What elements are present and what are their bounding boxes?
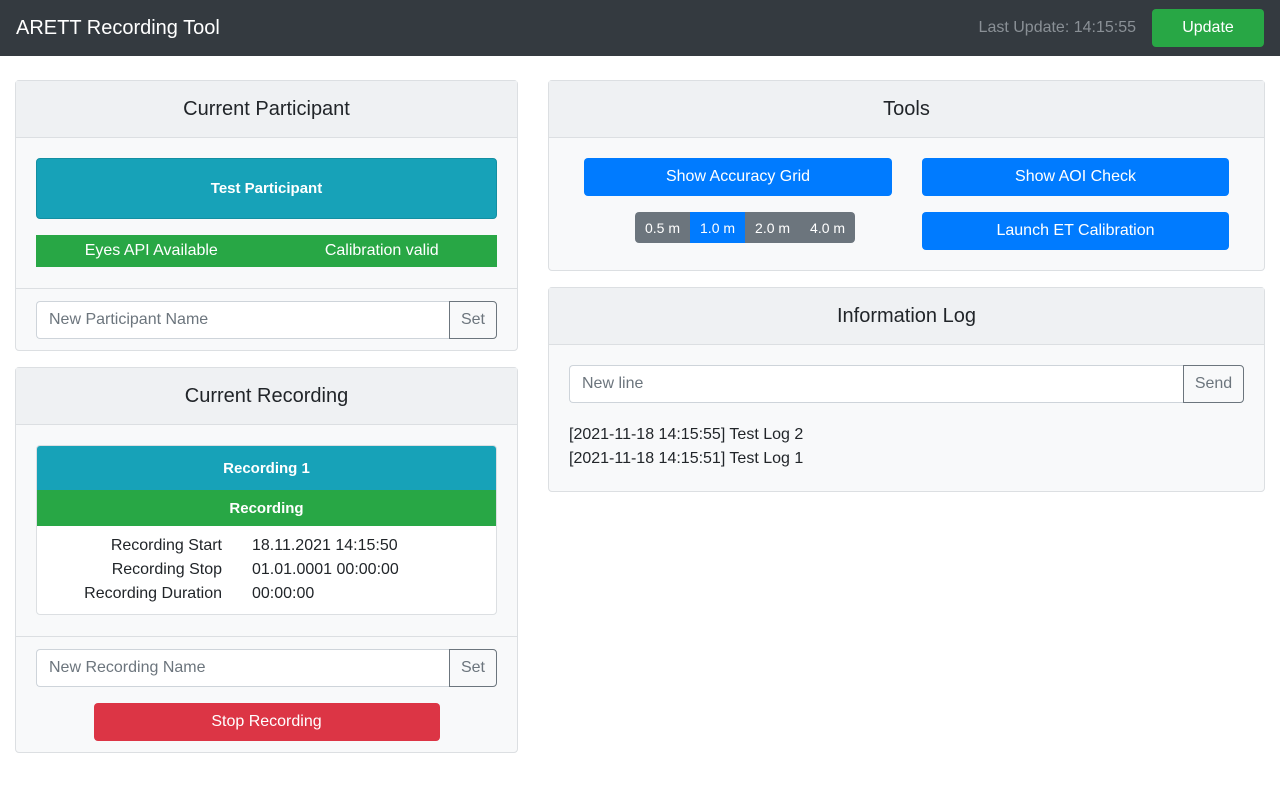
set-participant-button[interactable]: Set	[449, 301, 497, 339]
recording-duration-value: 00:00:00	[252, 585, 315, 602]
last-update-text: Last Update: 14:15:55	[978, 19, 1136, 36]
participant-status-bar: Eyes API Available Calibration valid	[36, 235, 497, 267]
distance-1-0m-button[interactable]: 1.0 m	[690, 212, 746, 243]
log-line: [2021-11-18 14:15:55] Test Log 2	[569, 426, 804, 443]
navbar-right: Last Update: 14:15:55 Update	[979, 9, 1264, 47]
recording-card-footer: Set Stop Recording	[16, 636, 517, 753]
recording-details-table: Recording Start 18.11.2021 14:15:50 Reco…	[37, 526, 496, 614]
recording-title: Recording 1	[37, 446, 496, 490]
show-aoi-check-button[interactable]: Show AOI Check	[922, 158, 1229, 196]
recording-duration-row: Recording Duration 00:00:00	[37, 582, 496, 606]
information-log-card: Information Log Send [2021-11-18 14:15:5…	[548, 287, 1265, 492]
log-line: [2021-11-18 14:15:51] Test Log 1	[569, 450, 804, 467]
calibration-status: Calibration valid	[324, 242, 439, 259]
participant-card: Current Participant Test Participant Eye…	[15, 80, 518, 351]
recording-start-value: 18.11.2021 14:15:50	[252, 537, 398, 554]
update-button[interactable]: Update	[1152, 9, 1264, 47]
information-log-body: Send [2021-11-18 14:15:55] Test Log 2 [2…	[549, 345, 1264, 471]
tools-card: Tools Show Accuracy Grid 0.5 m 1.0 m 2.0…	[548, 80, 1265, 271]
distance-4-0m-button[interactable]: 4.0 m	[800, 212, 856, 243]
participant-card-header: Current Participant	[16, 81, 517, 138]
recording-stop-label: Recording Stop	[111, 561, 222, 578]
recording-start-label: Recording Start	[110, 537, 222, 554]
distance-button-group: 0.5 m 1.0 m 2.0 m 4.0 m	[635, 212, 856, 243]
eyes-api-status: Eyes API Available	[84, 242, 218, 259]
stop-recording-button[interactable]: Stop Recording	[93, 703, 440, 741]
information-log-header: Information Log	[549, 288, 1264, 345]
recording-start-row: Recording Start 18.11.2021 14:15:50	[37, 534, 496, 558]
distance-0-5m-button[interactable]: 0.5 m	[635, 212, 691, 243]
recording-card-header: Current Recording	[16, 368, 517, 425]
recording-info-box: Recording 1 Recording Recording Start 18…	[36, 445, 497, 615]
log-input-group: Send	[569, 365, 1244, 403]
recording-card: Current Recording Recording 1 Recording …	[15, 367, 518, 753]
participant-input-group: Set	[36, 301, 497, 339]
set-recording-button[interactable]: Set	[449, 649, 497, 687]
recording-status-badge: Recording	[37, 490, 496, 526]
new-participant-name-input[interactable]	[36, 301, 449, 339]
tools-card-body: Show Accuracy Grid 0.5 m 1.0 m 2.0 m 4.0…	[549, 138, 1264, 270]
send-log-button[interactable]: Send	[1183, 365, 1244, 403]
recording-input-group: Set	[36, 649, 497, 687]
distance-2-0m-button[interactable]: 2.0 m	[745, 212, 801, 243]
show-accuracy-grid-button[interactable]: Show Accuracy Grid	[584, 158, 892, 196]
log-lines-list: [2021-11-18 14:15:55] Test Log 2 [2021-1…	[569, 423, 1244, 471]
new-log-line-input[interactable]	[569, 365, 1183, 403]
participant-card-footer: Set	[16, 288, 517, 351]
recording-stop-value: 01.01.0001 00:00:00	[252, 561, 399, 578]
top-navbar: ARETT Recording Tool Last Update: 14:15:…	[0, 0, 1280, 56]
tools-card-header: Tools	[549, 81, 1264, 138]
participant-name-button[interactable]: Test Participant	[36, 158, 497, 219]
launch-et-calibration-button[interactable]: Launch ET Calibration	[922, 212, 1229, 250]
participant-card-body: Test Participant Eyes API Available Cali…	[16, 138, 517, 288]
recording-card-body: Recording 1 Recording Recording Start 18…	[16, 425, 517, 636]
app-title: ARETT Recording Tool	[16, 16, 220, 39]
new-recording-name-input[interactable]	[36, 649, 449, 687]
recording-duration-label: Recording Duration	[84, 585, 222, 602]
recording-stop-row: Recording Stop 01.01.0001 00:00:00	[37, 558, 496, 582]
